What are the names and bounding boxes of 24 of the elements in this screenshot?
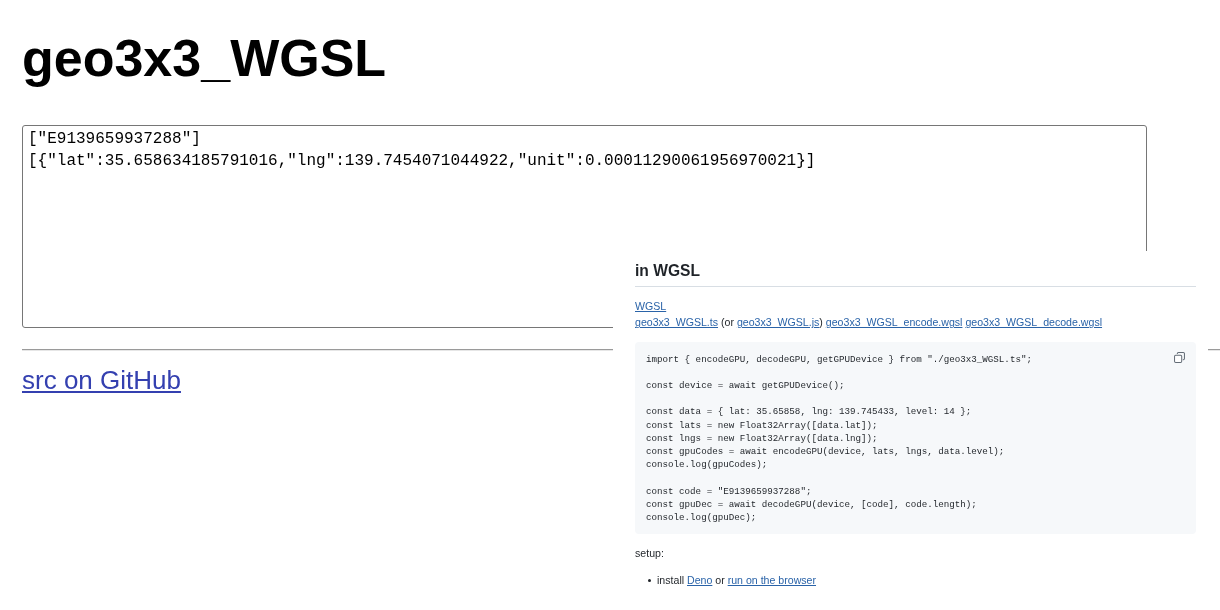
file-link[interactable]: geo3x3_WGSL_encode.wgsl	[825, 316, 963, 329]
code-line: console.log(gpuCodes);	[646, 458, 768, 472]
page-title: geo3x3_WGSL	[22, 28, 387, 88]
copy-icon[interactable]	[1174, 351, 1185, 363]
setup-link[interactable]: run on the browser	[727, 574, 816, 587]
setup-link[interactable]: Deno	[687, 574, 713, 587]
source-link[interactable]: src on GitHub	[22, 365, 181, 395]
file-links-line: geo3x3_WGSL.ts (or geo3x3_WGSL.js) geo3x3_WGSL_encode.wgsl geo3x3_WGSL_decode.wgsl	[635, 316, 1103, 329]
wgsl-link[interactable]: WGSL	[635, 300, 667, 313]
code-line: const lngs = new Float32Array([data.lng]);	[646, 431, 878, 445]
code-line: const data = { lat: 35.65858, lng: 139.745433, level: 14 };	[646, 405, 972, 419]
code-line: const gpuCodes = await encodeGPU(device, lats, lngs, data.level);	[646, 444, 1005, 459]
file-link[interactable]: geo3x3_WGSL.ts	[635, 316, 719, 329]
code-line: const device = await getGPUDevice();	[646, 378, 845, 393]
code-line: import { encodeGPU, decodeGPU, getGPUDevice } from "./geo3x3_WGSL.ts";	[646, 352, 1032, 366]
setup-label: setup:	[635, 546, 665, 562]
code-line: const lats = new Float32Array([data.lat]);	[646, 418, 878, 432]
section-heading: in WGSL	[635, 261, 1196, 288]
setup-item-text: install Deno or run on the browser	[657, 573, 816, 589]
code-line: const gpuDec = await decodeGPU(device, [code], code.length);	[646, 497, 977, 511]
code-line: console.log(gpuDec);	[646, 510, 757, 525]
code-line: const code = "E9139659937288";	[646, 484, 812, 498]
bullet-icon	[648, 578, 652, 583]
file-link[interactable]: geo3x3_WGSL_decode.wgsl	[965, 316, 1103, 329]
